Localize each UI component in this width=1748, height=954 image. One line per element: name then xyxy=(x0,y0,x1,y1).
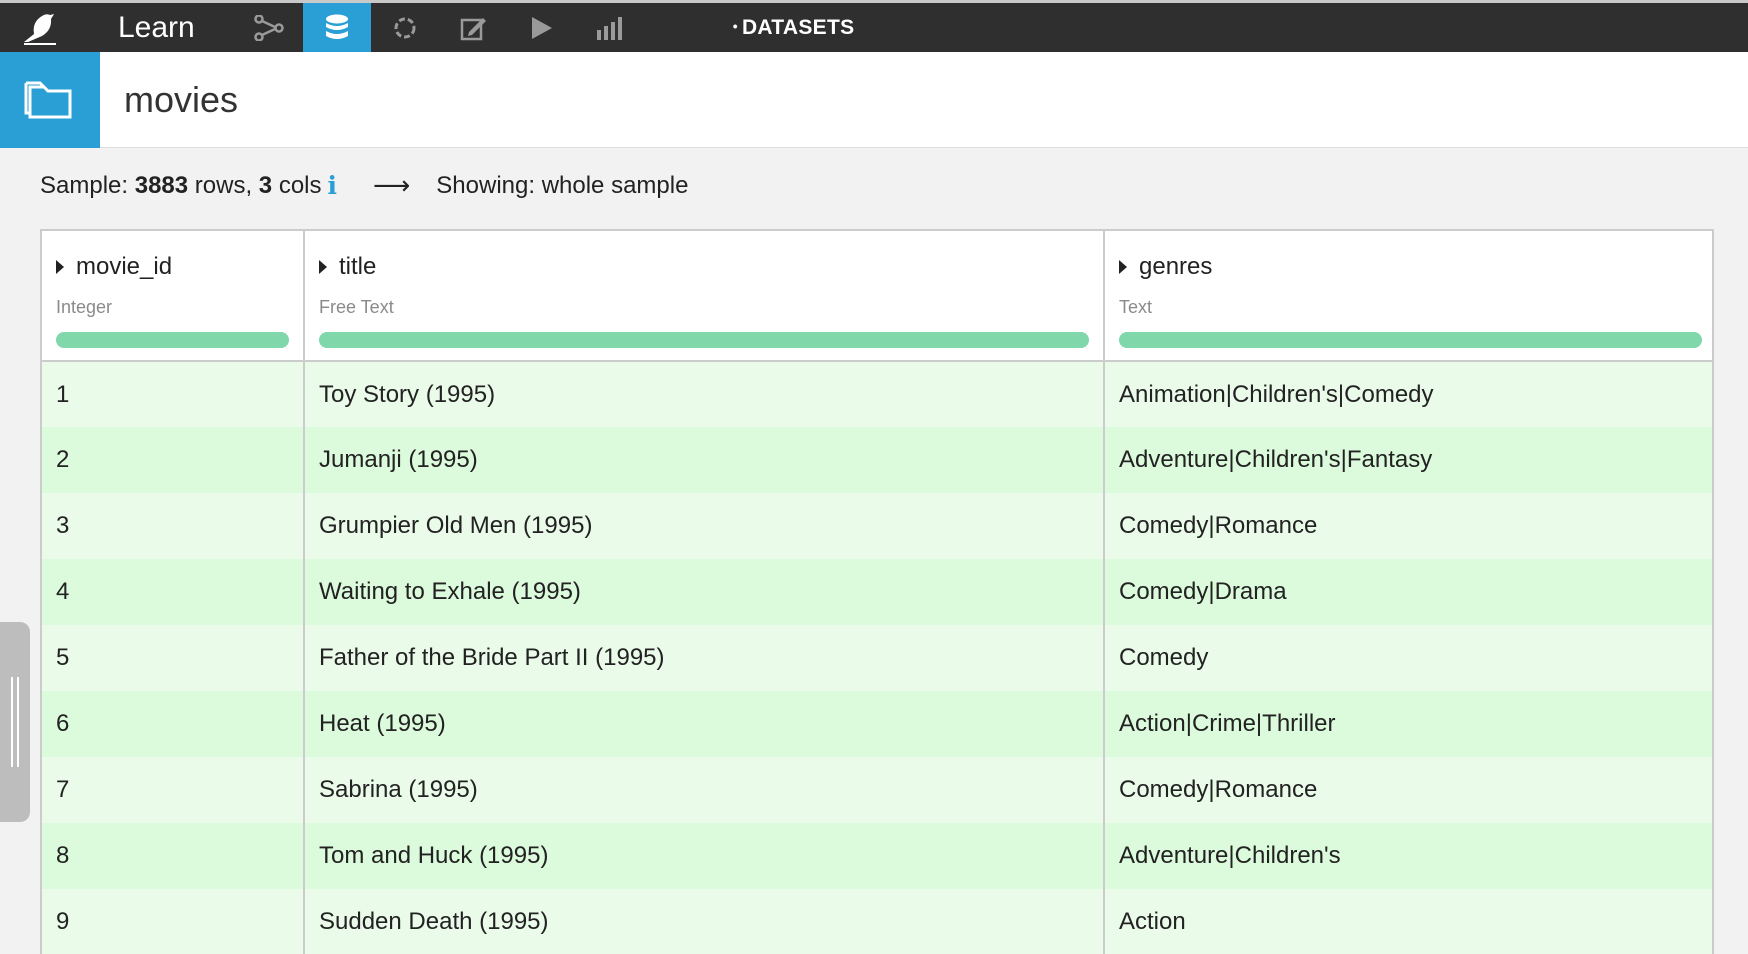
arrow-right-icon: ⟶ xyxy=(373,170,411,200)
flow-icon[interactable] xyxy=(235,3,303,52)
table-row[interactable]: 7 Sabrina (1995) Comedy|Romance xyxy=(42,757,1712,823)
validity-bar[interactable] xyxy=(1119,332,1702,348)
column-name-label: genres xyxy=(1139,253,1213,280)
table-cell-genres[interactable]: Action|Crime|Thriller xyxy=(1104,691,1712,757)
table-row[interactable]: 4 Waiting to Exhale (1995) Comedy|Drama xyxy=(42,559,1712,625)
cols-count: 3 xyxy=(258,171,273,199)
showing-label[interactable]: Showing: whole sample xyxy=(436,172,688,200)
expand-caret-icon[interactable] xyxy=(1119,260,1127,274)
bird-logo-icon[interactable] xyxy=(0,3,80,52)
table-cell-genres[interactable]: Comedy xyxy=(1104,625,1712,691)
column-name-label: movie_id xyxy=(76,253,173,280)
info-icon[interactable]: i xyxy=(328,171,338,200)
handle-grip-line xyxy=(17,677,19,767)
top-nav: Learn • DATASETS xyxy=(0,0,1748,52)
rows-word: rows, xyxy=(194,171,253,199)
validity-bar[interactable] xyxy=(56,332,289,348)
table-cell-genres[interactable]: Action xyxy=(1104,889,1712,954)
table-cell-movie-id[interactable]: 3 xyxy=(42,493,305,559)
column-name[interactable]: movie_id xyxy=(56,253,289,281)
table-cell-movie-id[interactable]: 7 xyxy=(42,757,305,823)
rows-count: 3883 xyxy=(134,171,189,199)
breadcrumb-label[interactable]: DATASETS xyxy=(742,16,854,39)
table-cell-genres[interactable]: Adventure|Children's xyxy=(1104,823,1712,889)
breadcrumb[interactable]: • DATASETS xyxy=(733,16,855,40)
run-icon[interactable] xyxy=(507,3,575,52)
recipes-icon[interactable] xyxy=(371,3,439,52)
column-header-title[interactable]: title Free Text xyxy=(304,231,1105,362)
table-cell-title[interactable]: Jumanji (1995) xyxy=(304,427,1105,493)
table-cell-title[interactable]: Waiting to Exhale (1995) xyxy=(304,559,1105,625)
column-name-label: title xyxy=(339,253,377,280)
table-cell-movie-id[interactable]: 4 xyxy=(42,559,305,625)
column-name[interactable]: genres xyxy=(1119,253,1702,281)
table-header-row: movie_id Integer title Free Text genres Text xyxy=(42,231,1712,362)
sample-label: Sample: xyxy=(40,171,129,199)
expand-caret-icon[interactable] xyxy=(319,260,327,274)
table-cell-movie-id[interactable]: 2 xyxy=(42,427,305,493)
column-type[interactable]: Integer xyxy=(56,297,289,318)
table-cell-title[interactable]: Sabrina (1995) xyxy=(304,757,1105,823)
table-cell-title[interactable]: Father of the Bride Part II (1995) xyxy=(304,625,1105,691)
table-row[interactable]: 5 Father of the Bride Part II (1995) Comed… xyxy=(42,625,1712,691)
column-header-genres[interactable]: genres Text xyxy=(1104,231,1712,362)
data-table: movie_id Integer title Free Text genres Text … xyxy=(40,229,1714,954)
folder-icon xyxy=(0,51,100,148)
table-cell-title[interactable]: Toy Story (1995) xyxy=(304,361,1105,427)
column-name[interactable]: title xyxy=(319,253,1089,281)
learn-link[interactable]: Learn xyxy=(118,11,195,45)
table-cell-movie-id[interactable]: 8 xyxy=(42,823,305,889)
table-row[interactable]: 6 Heat (1995) Action|Crime|Thriller xyxy=(42,691,1712,757)
handle-grip-line xyxy=(11,677,13,767)
table-cell-movie-id[interactable]: 5 xyxy=(42,625,305,691)
table-row[interactable]: 3 Grumpier Old Men (1995) Comedy|Romance xyxy=(42,493,1712,559)
column-type[interactable]: Text xyxy=(1119,297,1702,318)
notebook-icon[interactable] xyxy=(439,3,507,52)
table-cell-title[interactable]: Grumpier Old Men (1995) xyxy=(304,493,1105,559)
cols-word: cols xyxy=(278,171,322,199)
table-cell-movie-id[interactable]: 1 xyxy=(42,361,305,427)
table-cell-genres[interactable]: Comedy|Drama xyxy=(1104,559,1712,625)
column-type[interactable]: Free Text xyxy=(319,297,1089,318)
breadcrumb-dot: • xyxy=(732,17,738,34)
table-cell-movie-id[interactable]: 9 xyxy=(42,889,305,954)
page-title: movies xyxy=(124,78,239,120)
table-row[interactable]: 9 Sudden Death (1995) Action xyxy=(42,889,1712,954)
table-body: 1 Toy Story (1995) Animation|Children's|Co… xyxy=(42,361,1712,954)
validity-bar[interactable] xyxy=(319,332,1089,348)
table-cell-genres[interactable]: Comedy|Romance xyxy=(1104,757,1712,823)
table-row[interactable]: 2 Jumanji (1995) Adventure|Children's|Fant… xyxy=(42,427,1712,493)
table-row[interactable]: 8 Tom and Huck (1995) Adventure|Children's xyxy=(42,823,1712,889)
table-row[interactable]: 1 Toy Story (1995) Animation|Children's|Co… xyxy=(42,361,1712,427)
expand-caret-icon[interactable] xyxy=(56,260,64,274)
chart-icon[interactable] xyxy=(575,3,643,52)
side-panel-handle[interactable] xyxy=(0,622,30,822)
table-cell-title[interactable]: Sudden Death (1995) xyxy=(304,889,1105,954)
sample-summary: Sample: 3883 rows, 3 cols i ⟶ Showing: w… xyxy=(40,170,688,201)
table-cell-title[interactable]: Tom and Huck (1995) xyxy=(304,823,1105,889)
table-cell-genres[interactable]: Adventure|Children's|Fantasy xyxy=(1104,427,1712,493)
table-cell-movie-id[interactable]: 6 xyxy=(42,691,305,757)
table-cell-genres[interactable]: Animation|Children's|Comedy xyxy=(1104,361,1712,427)
table-cell-genres[interactable]: Comedy|Romance xyxy=(1104,493,1712,559)
dataset-header: movies xyxy=(0,51,1748,148)
datasets-icon[interactable] xyxy=(302,3,371,52)
column-header-movie-id[interactable]: movie_id Integer xyxy=(42,231,305,362)
table-cell-title[interactable]: Heat (1995) xyxy=(304,691,1105,757)
